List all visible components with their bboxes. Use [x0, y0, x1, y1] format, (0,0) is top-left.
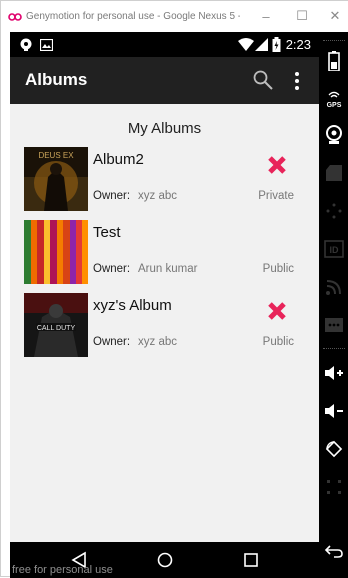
sidebar-divider — [323, 40, 345, 41]
device-screen: 2:23 Albums My Albums DEUS EX Album2 Own… — [10, 32, 319, 578]
app-bar-title: Albums — [25, 70, 88, 89]
battery-icon — [272, 37, 281, 57]
owner-label: Owner: — [93, 190, 131, 202]
volume-down-icon[interactable] — [321, 398, 347, 424]
album-name: xyz's Album — [93, 297, 172, 314]
owner-label: Owner: — [93, 336, 131, 348]
thumbnail-text: CALL DUTY — [37, 325, 76, 332]
privacy-status: Public — [262, 336, 294, 348]
notification-icon — [20, 38, 32, 56]
album-name: Test — [93, 224, 121, 241]
app-bar: Albums — [10, 57, 319, 104]
minimize-button[interactable]: – — [254, 7, 278, 25]
back-arrow-icon[interactable] — [321, 538, 347, 564]
album-item[interactable]: CALL DUTY xyz's Album Owner: xyz abc Pub… — [24, 293, 314, 357]
genymotion-logo-icon — [7, 9, 23, 25]
window-titlebar: Genymotion for personal use - Google Nex… — [1, 1, 348, 32]
search-icon[interactable] — [252, 69, 274, 91]
status-time: 2:23 — [285, 37, 311, 52]
scale-icon[interactable] — [321, 474, 347, 500]
gallery-notification-icon — [39, 38, 54, 56]
volume-up-icon[interactable] — [321, 360, 347, 386]
camera-icon[interactable] — [321, 122, 347, 148]
thumbnail-text: DEUS EX — [38, 151, 74, 160]
albums-content: My Albums DEUS EX Album2 Owner: xyz abc … — [10, 104, 319, 542]
delete-icon[interactable] — [264, 298, 290, 324]
delete-icon[interactable] — [264, 152, 290, 178]
sidebar-divider — [323, 348, 345, 349]
gps-icon[interactable]: GPS — [321, 86, 347, 112]
more-vertical-icon[interactable] — [292, 71, 302, 91]
home-icon[interactable] — [154, 549, 176, 571]
album-item[interactable]: DEUS EX Album2 Owner: xyz abc Private — [24, 147, 314, 211]
album-thumbnail: DEUS EX — [24, 147, 88, 211]
emulator-window: Genymotion for personal use - Google Nex… — [0, 0, 348, 578]
sms-icon[interactable] — [321, 312, 347, 338]
dpad-icon[interactable] — [321, 198, 347, 224]
rss-icon[interactable] — [321, 274, 347, 300]
album-thumbnail — [24, 220, 88, 284]
album-name: Album2 — [93, 151, 144, 168]
svg-text:GPS: GPS — [327, 102, 342, 109]
owner-label: Owner: — [93, 263, 131, 275]
wifi-icon — [238, 38, 254, 56]
album-item[interactable]: Test Owner: Arun kumar Public — [24, 220, 314, 284]
watermark-text: free for personal use — [12, 564, 113, 576]
recent-apps-icon[interactable] — [240, 549, 262, 571]
window-title: Genymotion for personal use - Google Nex… — [26, 11, 240, 22]
status-bar: 2:23 — [10, 32, 319, 57]
privacy-status: Public — [262, 263, 294, 275]
emulator-sidebar: GPS ID — [319, 32, 348, 578]
rotate-icon[interactable] — [321, 436, 347, 462]
device-id-icon[interactable]: ID — [321, 236, 347, 262]
album-thumbnail: CALL DUTY — [24, 293, 88, 357]
owner-name: Arun kumar — [138, 263, 198, 275]
close-window-button[interactable]: ✕ — [323, 7, 347, 25]
owner-name: xyz abc — [138, 336, 177, 348]
owner-name: xyz abc — [138, 190, 177, 202]
maximize-button[interactable]: ☐ — [290, 7, 314, 25]
privacy-status: Private — [258, 190, 294, 202]
capture-icon[interactable] — [321, 160, 347, 186]
svg-text:ID: ID — [330, 245, 340, 255]
section-title: My Albums — [127, 120, 202, 137]
battery-control-icon[interactable] — [321, 48, 347, 74]
signal-icon — [255, 38, 268, 56]
